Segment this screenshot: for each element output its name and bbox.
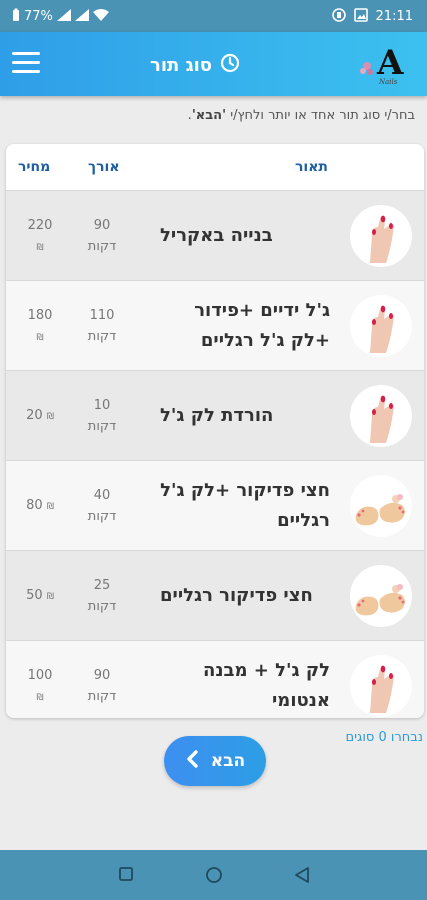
page-title: סוג תור xyxy=(150,53,240,78)
currency-symbol: ₪ xyxy=(36,333,44,343)
row-length: 90 דקות xyxy=(80,665,124,707)
home-icon[interactable] xyxy=(205,866,223,888)
gallery-icon xyxy=(353,8,368,25)
price-value: 80 xyxy=(26,498,43,513)
currency-symbol: ₪ xyxy=(46,502,54,512)
feet-pedicure-icon xyxy=(350,565,412,627)
back-icon[interactable] xyxy=(294,866,310,888)
signal-icon-2 xyxy=(74,9,89,24)
status-bar-left: 77% xyxy=(12,8,109,25)
instruction-text: בחר/י סוג תור אחד או יותר ולחץ/י 'הבא'. xyxy=(188,108,415,123)
length-unit: דקות xyxy=(87,599,117,614)
table-row[interactable]: חצי פדיקור +לק ג'ל רגליים 40 דקות 80 ₪ xyxy=(6,460,424,550)
table-row[interactable]: ג'ל ידיים +פידור +לק ג'ל רגליים 110 דקות … xyxy=(6,280,424,370)
app-bar: סוג תור A Nails xyxy=(0,32,427,96)
table-header: תאור אורך מחיר xyxy=(6,144,424,190)
wifi-icon xyxy=(92,9,109,24)
length-unit: דקות xyxy=(87,329,117,344)
row-name: ג'ל ידיים +פידור +לק ג'ל רגליים xyxy=(194,300,330,351)
svg-text:A: A xyxy=(376,43,404,83)
row-price: 220 ₪ xyxy=(16,215,64,259)
row-price: 100 ₪ xyxy=(16,665,64,709)
salon-logo: A Nails xyxy=(355,38,411,90)
currency-symbol: ₪ xyxy=(36,243,44,253)
row-length: 40 דקות xyxy=(80,485,124,527)
clock: 21:11 xyxy=(375,9,413,24)
feet-pedicure-icon xyxy=(350,475,412,537)
length-value: 25 xyxy=(93,578,111,593)
row-name: בנייה באקריל xyxy=(160,225,273,246)
row-name: חצי פדיקור רגליים xyxy=(160,585,313,606)
row-name: חצי פדיקור +לק ג'ל רגליים xyxy=(160,480,330,531)
next-button[interactable]: הבא xyxy=(164,736,266,786)
instruction-text-bold: 'הבא' xyxy=(191,108,227,123)
currency-symbol: ₪ xyxy=(46,592,54,602)
price-value: 180 xyxy=(27,308,53,323)
svg-text:Nails: Nails xyxy=(378,78,398,86)
length-value: 110 xyxy=(89,308,115,323)
table-row[interactable]: לק ג'ל + מבנה אנטומי 90 דקות 100 ₪ xyxy=(6,640,424,718)
length-value: 90 xyxy=(93,218,111,233)
row-length: 25 דקות xyxy=(80,575,124,617)
length-value: 10 xyxy=(93,398,111,413)
hamburger-menu-icon[interactable] xyxy=(12,52,40,74)
system-nav-bar xyxy=(0,850,427,900)
price-value: 50 xyxy=(26,588,43,603)
length-unit: דקות xyxy=(87,239,117,254)
row-price: 20 ₪ xyxy=(16,405,64,428)
row-price: 80 ₪ xyxy=(16,495,64,518)
row-length: 10 דקות xyxy=(80,395,124,437)
recent-apps-icon[interactable] xyxy=(118,866,134,886)
hand-nails-icon xyxy=(350,385,412,447)
status-bar: 77% 21:11 xyxy=(0,0,427,32)
row-price: 50 ₪ xyxy=(16,585,64,608)
length-unit: דקות xyxy=(87,419,117,434)
header-length: אורך xyxy=(88,159,120,175)
hand-nails-icon xyxy=(350,655,412,717)
status-bar-right: 21:11 xyxy=(331,8,413,25)
length-unit: דקות xyxy=(87,509,117,524)
table-row[interactable]: הורדת לק ג'ל 10 דקות 20 ₪ xyxy=(6,370,424,460)
instruction-text-main: בחר/י סוג תור אחד או יותר ולחץ/י xyxy=(226,108,415,123)
hand-nails-icon xyxy=(350,295,412,357)
row-name: הורדת לק ג'ל xyxy=(160,405,274,426)
selected-count: נבחרו 0 סוגים xyxy=(345,730,423,745)
length-value: 40 xyxy=(93,488,111,503)
next-button-label: הבא xyxy=(210,751,246,771)
currency-symbol: ₪ xyxy=(36,693,44,703)
length-unit: דקות xyxy=(87,689,117,704)
chevron-left-icon xyxy=(185,749,199,773)
row-name: לק ג'ל + מבנה אנטומי xyxy=(203,660,330,711)
data-saver-icon xyxy=(331,8,346,25)
signal-icon xyxy=(56,9,71,24)
table-row[interactable]: חצי פדיקור רגליים 25 דקות 50 ₪ xyxy=(6,550,424,640)
price-value: 220 xyxy=(27,218,53,233)
price-value: 20 xyxy=(26,408,43,423)
length-value: 90 xyxy=(93,668,111,683)
page-title-text: סוג תור xyxy=(150,55,213,76)
appointment-types-table: תאור אורך מחיר בנייה באקריל 90 דקות 220 ₪ … xyxy=(6,144,424,718)
header-description: תאור xyxy=(295,159,328,175)
row-price: 180 ₪ xyxy=(16,305,64,349)
table-row[interactable]: בנייה באקריל 90 דקות 220 ₪ xyxy=(6,190,424,280)
row-length: 110 דקות xyxy=(80,305,124,347)
hand-nails-icon xyxy=(350,205,412,267)
battery-percent: 77% xyxy=(24,9,53,24)
clock-icon xyxy=(220,53,240,78)
header-price: מחיר xyxy=(18,159,51,175)
battery-icon xyxy=(12,8,20,25)
row-length: 90 דקות xyxy=(80,215,124,257)
price-value: 100 xyxy=(27,668,53,683)
currency-symbol: ₪ xyxy=(46,412,54,422)
